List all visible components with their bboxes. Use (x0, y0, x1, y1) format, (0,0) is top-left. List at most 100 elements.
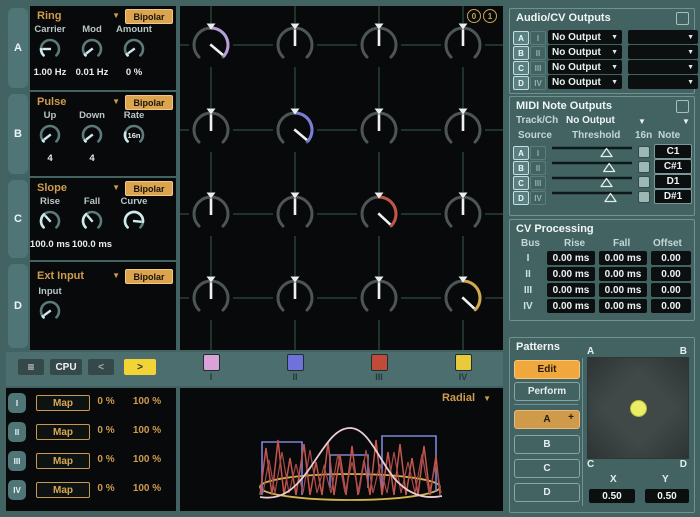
matrix-knob-D-III[interactable] (356, 275, 402, 321)
add-pattern-icon[interactable]: + (568, 412, 574, 423)
knob-dial[interactable] (79, 208, 105, 234)
matrix-knob-B-II[interactable] (272, 107, 318, 153)
matrix-knob-D-I[interactable] (188, 275, 234, 321)
midi-source-iv[interactable]: IV (530, 191, 546, 205)
midi-source-b[interactable]: B (513, 161, 529, 175)
matrix-knob-C-IV[interactable] (440, 191, 486, 237)
state-one-badge[interactable]: 1 (483, 9, 497, 23)
channel-select[interactable]: ▼ (628, 45, 698, 59)
knob-input[interactable]: Input (22, 286, 78, 341)
route-ii-button[interactable]: II (530, 46, 546, 60)
rise-value[interactable]: 0.00 ms (547, 299, 595, 313)
sixteenth-toggle[interactable] (638, 161, 650, 173)
route-a-button[interactable]: A (513, 31, 529, 45)
map-max[interactable]: 100 % (126, 425, 168, 436)
pattern-slot-d[interactable]: D (514, 483, 580, 502)
matrix-knob-A-II[interactable] (272, 22, 318, 68)
pattern-xy-pad[interactable] (587, 357, 689, 459)
output-swatch-iv[interactable] (455, 354, 472, 371)
output-select[interactable]: No Output▼ (548, 45, 622, 59)
knob-curve[interactable]: Curve (106, 196, 162, 251)
tab-bus-ii[interactable]: II (8, 422, 26, 442)
channel-select[interactable]: ▼ (628, 30, 698, 44)
output-swatch-ii[interactable] (287, 354, 304, 371)
threshold-slider[interactable] (552, 189, 632, 208)
channel-select[interactable]: ▼ (628, 60, 698, 74)
knob-dial[interactable] (79, 122, 105, 148)
knob-dial[interactable] (37, 298, 63, 324)
midi-source-a[interactable]: A (513, 146, 529, 160)
matrix-knob-D-II[interactable] (272, 275, 318, 321)
bipolar-button[interactable]: Bipolar (125, 269, 173, 284)
matrix-knob-A-III[interactable] (356, 22, 402, 68)
chevron-down-icon[interactable]: ▼ (112, 183, 120, 192)
knob-dial[interactable] (37, 36, 63, 62)
channel-select[interactable]: ▼ (628, 75, 698, 89)
map-button[interactable]: Map (36, 424, 90, 440)
matrix-knob-B-IV[interactable] (440, 107, 486, 153)
rise-value[interactable]: 0.00 ms (547, 251, 595, 265)
module-title[interactable]: Pulse (37, 96, 66, 108)
route-c-button[interactable]: C (513, 61, 529, 75)
map-max[interactable]: 100 % (126, 454, 168, 465)
fall-value[interactable]: 0.00 ms (599, 267, 647, 281)
xy-pad-handle[interactable] (630, 400, 647, 417)
knob-dial[interactable] (37, 122, 63, 148)
x-value[interactable]: 0.50 (589, 489, 635, 503)
sixteenth-toggle[interactable] (638, 146, 650, 158)
knob-dial[interactable] (79, 36, 105, 62)
tab-bus-i[interactable]: I (8, 393, 26, 413)
matrix-knob-D-IV[interactable] (440, 275, 486, 321)
note-value[interactable]: D#1 (654, 189, 692, 204)
chevron-down-icon[interactable]: ▼ (638, 117, 646, 126)
next-button[interactable]: > (124, 359, 156, 375)
note-value[interactable]: D1 (654, 174, 692, 189)
section-enable-checkbox[interactable] (676, 100, 689, 113)
bipolar-button[interactable]: Bipolar (125, 9, 173, 24)
route-i-button[interactable]: I (530, 31, 546, 45)
route-iv-button[interactable]: IV (530, 76, 546, 90)
knob-dial[interactable] (121, 36, 147, 62)
edit-button[interactable]: Edit (514, 360, 580, 379)
fall-value[interactable]: 0.00 ms (599, 299, 647, 313)
knob-rate[interactable]: Rate16n (106, 110, 162, 165)
map-min[interactable]: 0 % (90, 396, 122, 407)
chevron-down-icon[interactable]: ▼ (112, 11, 120, 20)
matrix-knob-C-II[interactable] (272, 191, 318, 237)
route-iii-button[interactable]: III (530, 61, 546, 75)
pattern-slot-a[interactable]: A + (514, 410, 580, 429)
prev-button[interactable]: < (88, 359, 114, 375)
tab-bus-iv[interactable]: IV (8, 480, 26, 500)
map-max[interactable]: 100 % (126, 396, 168, 407)
map-button[interactable]: Map (36, 482, 90, 498)
matrix-knob-A-I[interactable] (188, 22, 234, 68)
knob-dial[interactable] (37, 208, 63, 234)
midi-source-c[interactable]: C (513, 176, 529, 190)
knob-amount[interactable]: Amount0 % (106, 24, 162, 79)
sixteenth-toggle[interactable] (638, 176, 650, 188)
output-select[interactable]: No Output▼ (548, 30, 622, 44)
output-swatch-i[interactable] (203, 354, 220, 371)
fall-value[interactable]: 0.00 ms (599, 283, 647, 297)
map-button[interactable]: Map (36, 453, 90, 469)
offset-value[interactable]: 0.00 (651, 267, 691, 281)
midi-source-iii[interactable]: III (530, 176, 546, 190)
pattern-slot-c[interactable]: C (514, 459, 580, 478)
midi-track-select[interactable]: No Output (566, 115, 615, 126)
rise-value[interactable]: 0.00 ms (547, 283, 595, 297)
perform-button[interactable]: Perform (514, 382, 580, 401)
fall-value[interactable]: 0.00 ms (599, 251, 647, 265)
rise-value[interactable]: 0.00 ms (547, 267, 595, 281)
map-min[interactable]: 0 % (90, 425, 122, 436)
tab-bus-iii[interactable]: III (8, 451, 26, 471)
matrix-knob-C-III[interactable] (356, 191, 402, 237)
sixteenth-toggle[interactable] (638, 191, 650, 203)
map-button[interactable]: Map (36, 395, 90, 411)
route-d-button[interactable]: D (513, 76, 529, 90)
offset-value[interactable]: 0.00 (651, 251, 691, 265)
section-enable-checkbox[interactable] (676, 12, 689, 25)
midi-source-d[interactable]: D (513, 191, 529, 205)
matrix-knob-A-IV[interactable] (440, 22, 486, 68)
chevron-down-icon[interactable]: ▼ (112, 271, 120, 280)
cpu-button[interactable]: CPU (50, 359, 82, 375)
